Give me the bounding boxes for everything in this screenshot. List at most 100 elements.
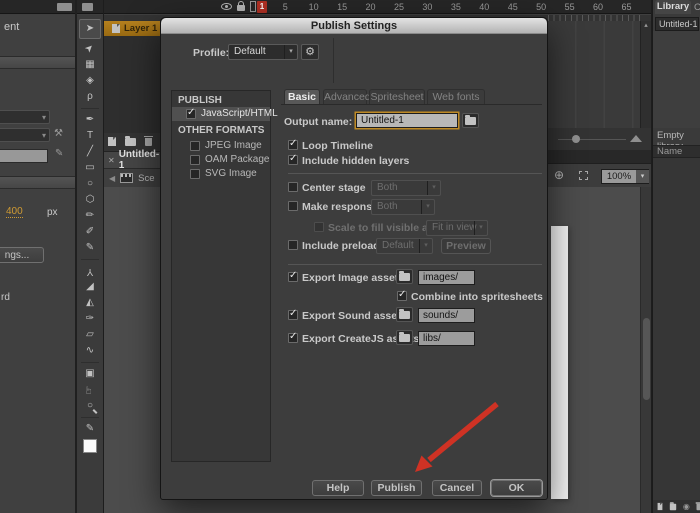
export-image-assets-checkbox[interactable] — [288, 272, 298, 282]
jpeg-checkbox[interactable] — [190, 141, 200, 151]
line-tool-icon[interactable]: ╱ — [79, 144, 101, 160]
library-document-selector[interactable]: Untitled-1 — [655, 17, 699, 31]
properties-section-header-2[interactable] — [0, 176, 75, 189]
edit-pencil-icon[interactable]: ✎ — [55, 148, 63, 159]
sound-assets-folder-button[interactable] — [396, 307, 413, 322]
center-stage-dropdown[interactable]: Both▾ — [371, 180, 441, 196]
zoom-tool-icon[interactable]: ○ — [79, 398, 101, 414]
scale-to-fill-dropdown[interactable]: Fit in view▾ — [426, 220, 488, 236]
format-row-svg[interactable]: SVG Image — [172, 167, 270, 181]
stroke-color-pencil-icon[interactable]: ✎ — [79, 421, 101, 437]
createjs-assets-folder-button[interactable] — [396, 330, 413, 345]
center-stage-crosshair-icon[interactable]: ⊕ — [554, 168, 564, 182]
close-tab-icon[interactable]: ✕ — [108, 156, 115, 165]
bone-tool-icon[interactable]: Y — [79, 263, 101, 279]
frame-size-icon[interactable] — [630, 135, 642, 142]
chevron-down-icon[interactable]: ▾ — [636, 170, 649, 183]
back-arrow-icon[interactable]: ◀ — [109, 174, 115, 183]
timeline-frames-area[interactable] — [548, 21, 640, 128]
fill-color-swatch[interactable] — [83, 439, 97, 453]
preview-button[interactable]: Preview — [441, 238, 491, 254]
svg-checkbox[interactable] — [190, 169, 200, 179]
preloader-dropdown[interactable]: Default▾ — [376, 238, 433, 254]
tool-divider[interactable] — [81, 417, 99, 418]
tab-spritesheet[interactable]: Spritesheet — [369, 89, 425, 105]
eyedropper-tool-icon[interactable]: ✑ — [79, 311, 101, 327]
center-stage-checkbox[interactable] — [288, 182, 298, 192]
timeline-playhead[interactable]: 1 — [257, 1, 267, 13]
eraser-tool-icon[interactable]: ▱ — [79, 327, 101, 343]
properties-text-field[interactable] — [0, 149, 48, 163]
scrollbar-thumb[interactable] — [643, 318, 650, 400]
free-transform-tool-icon[interactable]: ▦ — [79, 57, 101, 73]
format-row-jpeg[interactable]: JPEG Image — [172, 139, 270, 153]
stage-canvas-edge[interactable] — [551, 226, 568, 499]
layer-visibility-eye-icon[interactable] — [221, 3, 232, 10]
help-button[interactable]: Help — [312, 480, 364, 496]
profile-dropdown[interactable]: Default ▾ — [228, 44, 298, 60]
stage-zoom-dropdown[interactable]: 100% ▾ — [601, 169, 649, 184]
stage-height-value[interactable]: 400 — [6, 206, 23, 218]
timeline-scrollbar[interactable]: ▴ — [640, 21, 651, 128]
3d-rotation-tool-icon[interactable]: ◈ — [79, 73, 101, 89]
lasso-tool-icon[interactable]: ρ — [79, 89, 101, 105]
properties-circle-icon[interactable]: ◉ — [683, 502, 690, 511]
library-item-list[interactable] — [653, 158, 700, 500]
pencil-tool-icon[interactable]: ✏ — [79, 208, 101, 224]
timeline-zoom-track[interactable] — [558, 139, 626, 140]
output-folder-button[interactable] — [462, 113, 479, 128]
combine-spritesheets-checkbox[interactable] — [397, 291, 407, 301]
include-preloader-checkbox[interactable] — [288, 240, 298, 250]
publish-settings-button-fragment[interactable]: ngs... — [0, 247, 44, 263]
format-row-oam[interactable]: OAM Package — [172, 153, 270, 167]
tab-advanced[interactable]: Advanced — [323, 89, 367, 105]
tool-divider[interactable] — [81, 108, 99, 109]
format-row-javascript-html[interactable]: JavaScript/HTML — [172, 107, 270, 121]
library-name-column-header[interactable]: Name — [653, 145, 700, 158]
tab-webfonts[interactable]: Web fonts — [427, 89, 485, 105]
createjs-assets-path-input[interactable] — [418, 331, 475, 346]
new-symbol-icon[interactable] — [658, 503, 663, 510]
cancel-button[interactable]: Cancel — [432, 480, 482, 496]
tab-library[interactable]: Library — [655, 0, 691, 14]
tool-divider[interactable] — [81, 362, 99, 363]
export-createjs-assets-checkbox[interactable] — [288, 333, 298, 343]
image-assets-folder-button[interactable] — [396, 269, 413, 284]
brush-tool-icon[interactable]: ✐ — [79, 224, 101, 240]
timeline-layer-row[interactable]: Layer 1 — [104, 21, 160, 36]
tool-divider[interactable] — [81, 259, 99, 260]
timeline-zoom-handle[interactable] — [572, 135, 580, 143]
export-sound-assets-checkbox[interactable] — [288, 310, 298, 320]
loop-timeline-checkbox[interactable] — [288, 140, 298, 150]
new-folder-icon[interactable] — [125, 138, 136, 146]
properties-dropdown-2[interactable]: ▾ — [0, 128, 50, 142]
new-folder-icon[interactable] — [670, 503, 676, 509]
make-responsive-checkbox[interactable] — [288, 201, 298, 211]
tab-cc-libraries-fragment[interactable]: CC — [694, 2, 700, 13]
document-tab[interactable]: ✕ Untitled-1 — [104, 151, 160, 168]
polystar-tool-icon[interactable]: ⬡ — [79, 192, 101, 208]
delete-item-icon[interactable] — [696, 503, 700, 509]
properties-section-header[interactable] — [0, 56, 75, 69]
timeline-ruler[interactable]: 5101520253035404550556065 — [271, 2, 641, 12]
output-name-input[interactable] — [356, 113, 458, 128]
sound-assets-path-input[interactable] — [418, 308, 475, 323]
make-responsive-dropdown[interactable]: Both▾ — [371, 199, 435, 215]
wrench-icon[interactable]: ⚒ — [54, 128, 63, 139]
toolbar-menu-icon[interactable] — [82, 3, 93, 11]
panel-divider[interactable] — [75, 0, 77, 513]
javascript-html-checkbox[interactable] — [186, 109, 196, 119]
publish-button[interactable]: Publish — [371, 480, 422, 496]
tab-basic[interactable]: Basic — [284, 89, 320, 105]
layer-lock-icon[interactable] — [237, 5, 245, 11]
pen-tool-icon[interactable]: ✒ — [79, 112, 101, 128]
oval-tool-icon[interactable]: ○ — [79, 176, 101, 192]
ink-bottle-tool-icon[interactable]: ◭ — [79, 295, 101, 311]
oam-checkbox[interactable] — [190, 155, 200, 165]
rectangle-tool-icon[interactable]: ▭ — [79, 160, 101, 176]
properties-dropdown-1[interactable]: ▾ — [0, 110, 50, 124]
ok-button[interactable]: OK — [491, 480, 542, 496]
scale-to-fill-checkbox[interactable] — [314, 222, 324, 232]
new-layer-icon[interactable] — [108, 137, 116, 146]
delete-layer-icon[interactable] — [145, 138, 152, 146]
